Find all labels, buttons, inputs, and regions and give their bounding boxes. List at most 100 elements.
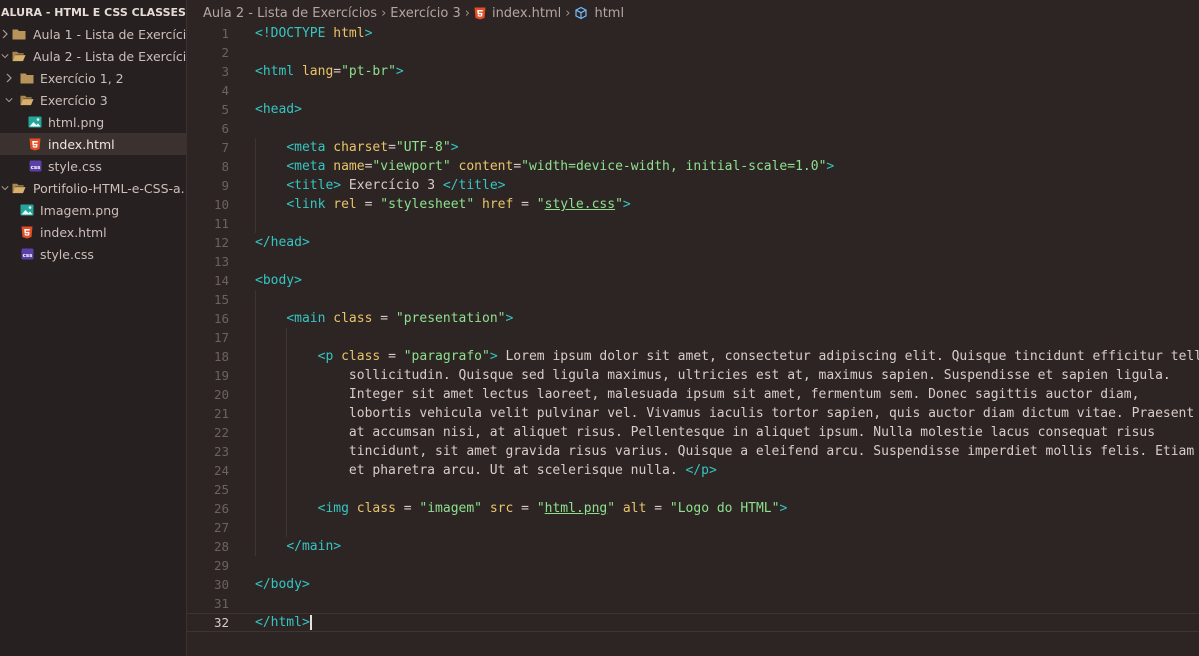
code-line[interactable]: 21 lobortis vehicula velit pulvinar vel.… [187,404,1199,423]
code-token: <html [255,64,302,79]
chevron-right-icon: › [464,5,470,21]
code-line[interactable]: 9 <title> Exercício 3 </title> [187,176,1199,195]
code-text: </body> [255,575,310,594]
code-text: Integer sit amet lectus laoreet, malesua… [255,385,1140,404]
code-line[interactable]: 12 </head> [187,233,1199,252]
code-token: lobortis vehicula velit pulvinar vel. Vi… [255,406,1195,421]
line-number: 14 [213,273,229,288]
code-line[interactable]: 26 <img class = "imagem" src = "html.png… [187,499,1199,518]
breadcrumb-item-symbol[interactable]: html [594,6,624,21]
folder-open-icon [12,182,26,194]
code-line[interactable]: 22 at accumsan nisi, at aliquet risus. P… [187,423,1199,442]
code-token: "viewport" [372,159,451,174]
folder-open-icon [12,50,26,62]
explorer-item-label: Imagem.png [40,202,120,218]
code-line[interactable]: 2 [187,43,1199,62]
code-text: lobortis vehicula velit pulvinar vel. Vi… [255,404,1194,423]
code-text: tincidunt, sit amet gravida risus varius… [255,442,1194,461]
line-number: 15 [213,292,229,307]
explorer-file-item[interactable]: Imagem.png [0,199,186,221]
explorer-folder-item[interactable]: Aula 1 - Lista de Exercícios [0,23,186,45]
code-token: "width=device-width, initial-scale=1.0" [521,159,827,174]
code-text: et pharetra arcu. Ut at scelerisque null… [255,461,717,480]
breadcrumb-item-file[interactable]: index.html [492,6,561,21]
code-line[interactable]: 25 [187,480,1199,499]
code-text: <main class = "presentation"> [255,309,513,328]
code-text: <html lang="pt-br"> [255,62,404,81]
code-line[interactable]: 32 </html> [187,613,1199,632]
code-line[interactable]: 13 [187,252,1199,271]
code-line[interactable]: 4 [187,81,1199,100]
code-line[interactable]: 18 <p class = "paragrafo"> Lorem ipsum d… [187,347,1199,366]
chevron-down-icon[interactable] [1,50,9,62]
line-number: 30 [213,577,229,592]
code-line[interactable]: 3 <html lang="pt-br"> [187,62,1199,81]
folder-icon [12,28,26,40]
code-line[interactable]: 14 <body> [187,271,1199,290]
code-editor[interactable]: Aula 2 - Lista de Exercícios › Exercício… [187,0,1199,656]
code-line[interactable]: 1 <!DOCTYPE html> [187,24,1199,43]
explorer-root-folder[interactable]: ALURA - HTML E CSS CLASSES PO... [0,1,186,23]
explorer-file-item[interactable]: html.png [0,111,186,133]
code-token: name [333,159,365,174]
code-token: </p> [685,463,717,478]
explorer-file-item[interactable]: index.html [0,221,186,243]
code-line[interactable]: 17 [187,328,1199,347]
explorer-item-label: index.html [40,224,107,240]
breadcrumb-item-aula2[interactable]: Aula 2 - Lista de Exercícios [203,6,377,21]
code-text: <p class = "paragrafo"> Lorem ipsum dolo… [255,347,1199,366]
code-line[interactable]: 28 </main> [187,537,1199,556]
code-token: Exercício 3 [341,178,443,193]
code-line[interactable]: 23 tincidunt, sit amet gravida risus var… [187,442,1199,461]
explorer-folder-item[interactable]: Exercício 3 [0,89,186,111]
code-line[interactable]: 8 <meta name="viewport" content="width=d… [187,157,1199,176]
code-token: class [333,311,373,326]
explorer-folder-item[interactable]: Aula 2 - Lista de Exercícios [0,45,186,67]
line-number: 24 [213,463,229,478]
code-line[interactable]: 7 <meta charset="UTF-8"> [187,138,1199,157]
code-line[interactable]: 29 [187,556,1199,575]
line-number: 25 [213,482,229,497]
code-line[interactable]: 31 [187,594,1199,613]
line-number: 27 [213,520,229,535]
code-token: content [458,159,514,174]
line-number: 12 [213,235,229,250]
explorer-folder-item[interactable]: Portifolio-HTML-e-CSS-a... [0,177,186,199]
code-line[interactable]: 24 et pharetra arcu. Ut at scelerisque n… [187,461,1199,480]
line-number: 5 [221,102,229,117]
code-token: = [380,349,404,364]
code-token: > [395,64,404,79]
explorer-item-label: style.css [40,246,94,262]
code-token: rel [333,197,357,212]
code-line[interactable]: 20 Integer sit amet lectus laoreet, male… [187,385,1199,404]
code-line[interactable]: 27 [187,518,1199,537]
code-token: <!DOCTYPE [255,26,334,41]
code-line[interactable]: 6 [187,119,1199,138]
explorer-file-item[interactable]: index.html [0,133,186,155]
code-line[interactable]: 15 [187,290,1199,309]
code-line[interactable]: 30 </body> [187,575,1199,594]
code-line[interactable]: 16 <main class = "presentation"> [187,309,1199,328]
code-line[interactable]: 19 sollicitudin. Quisque sed ligula maxi… [187,366,1199,385]
code-line[interactable]: 11 [187,214,1199,233]
code-text: at accumsan nisi, at aliquet risus. Pell… [255,423,1155,442]
code-line[interactable]: 10 <link rel = "stylesheet" href = "styl… [187,195,1199,214]
code-token: "UTF-8" [395,140,451,155]
explorer-file-item[interactable]: css style.css [0,243,186,265]
explorer-file-item[interactable]: css style.css [0,155,186,177]
explorer-folder-item[interactable]: Exercício 1, 2 [0,67,186,89]
symbol-element-icon [574,6,588,20]
line-number: 9 [221,178,229,193]
code-text: <body> [255,271,302,290]
chevron-right-icon[interactable] [1,28,9,40]
chevron-right-icon[interactable] [5,72,13,84]
line-number: 21 [213,406,229,421]
chevron-down-icon[interactable] [1,182,9,194]
chevron-down-icon[interactable] [5,94,13,106]
line-number: 11 [213,216,229,231]
code-line[interactable]: 5 <head> [187,100,1199,119]
breadcrumb-item-exercicio3[interactable]: Exercício 3 [390,6,460,21]
